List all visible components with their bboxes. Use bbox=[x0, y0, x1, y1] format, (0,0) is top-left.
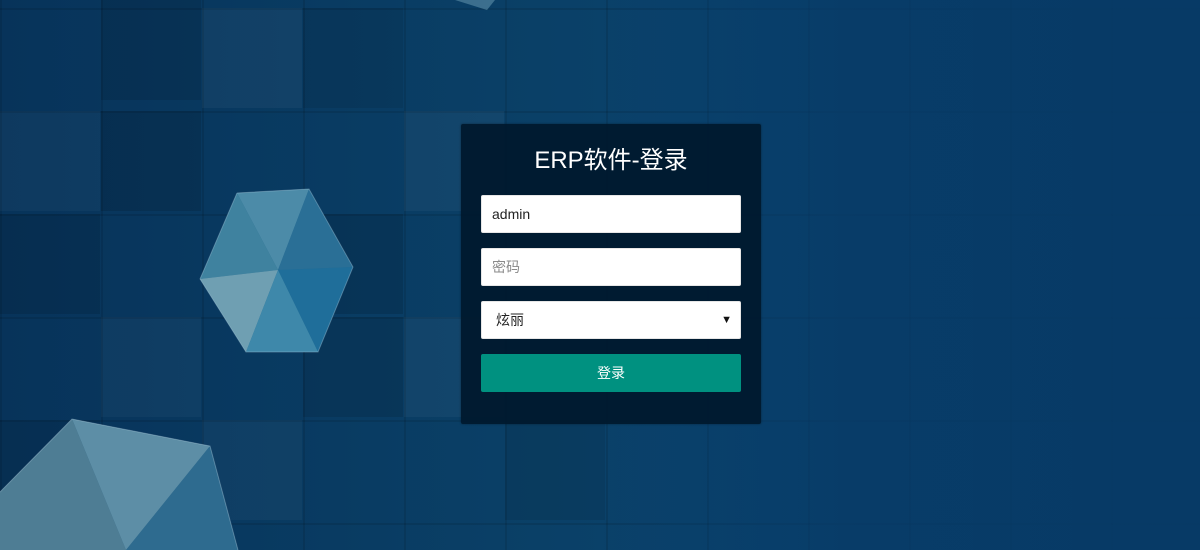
login-title: ERP软件-登录 bbox=[534, 147, 688, 174]
chevron-down-icon: ▼ bbox=[721, 314, 732, 326]
cube-decoration bbox=[199, 188, 354, 353]
login-button[interactable]: 登录 bbox=[481, 354, 741, 392]
login-panel: ERP软件-登录 炫丽 ▼ 登录 bbox=[461, 124, 761, 424]
password-input[interactable] bbox=[481, 248, 741, 286]
theme-select[interactable]: 炫丽 ▼ bbox=[481, 301, 741, 339]
pyramid-decoration bbox=[0, 418, 239, 550]
username-input[interactable] bbox=[481, 195, 741, 233]
theme-select-value: 炫丽 bbox=[496, 312, 524, 328]
